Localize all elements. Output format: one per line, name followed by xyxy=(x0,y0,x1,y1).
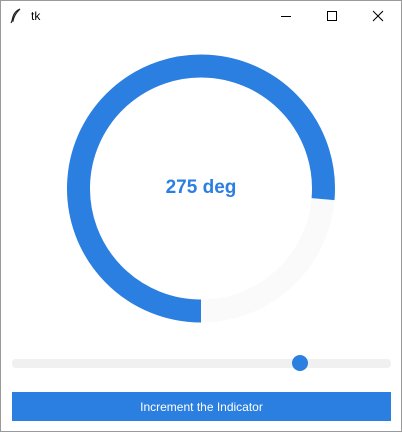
feather-icon xyxy=(9,8,23,24)
title-bar[interactable]: tk xyxy=(1,1,401,31)
window-title: tk xyxy=(31,9,41,23)
value-slider[interactable] xyxy=(12,355,391,371)
meter-value-label: 275 deg xyxy=(165,177,237,198)
maximize-button[interactable] xyxy=(309,1,355,31)
client-area: 275 deg Increment the Indicator xyxy=(1,31,401,431)
minimize-button[interactable] xyxy=(263,1,309,31)
app-window: tk 275 deg Increment the Indicator xyxy=(0,0,402,432)
slider-thumb[interactable] xyxy=(292,355,309,371)
increment-button[interactable]: Increment the Indicator xyxy=(12,392,391,421)
slider-fill xyxy=(12,359,301,368)
maximize-icon xyxy=(327,11,337,21)
minimize-icon xyxy=(281,16,291,17)
close-button[interactable] xyxy=(355,1,401,31)
close-icon xyxy=(372,10,384,22)
